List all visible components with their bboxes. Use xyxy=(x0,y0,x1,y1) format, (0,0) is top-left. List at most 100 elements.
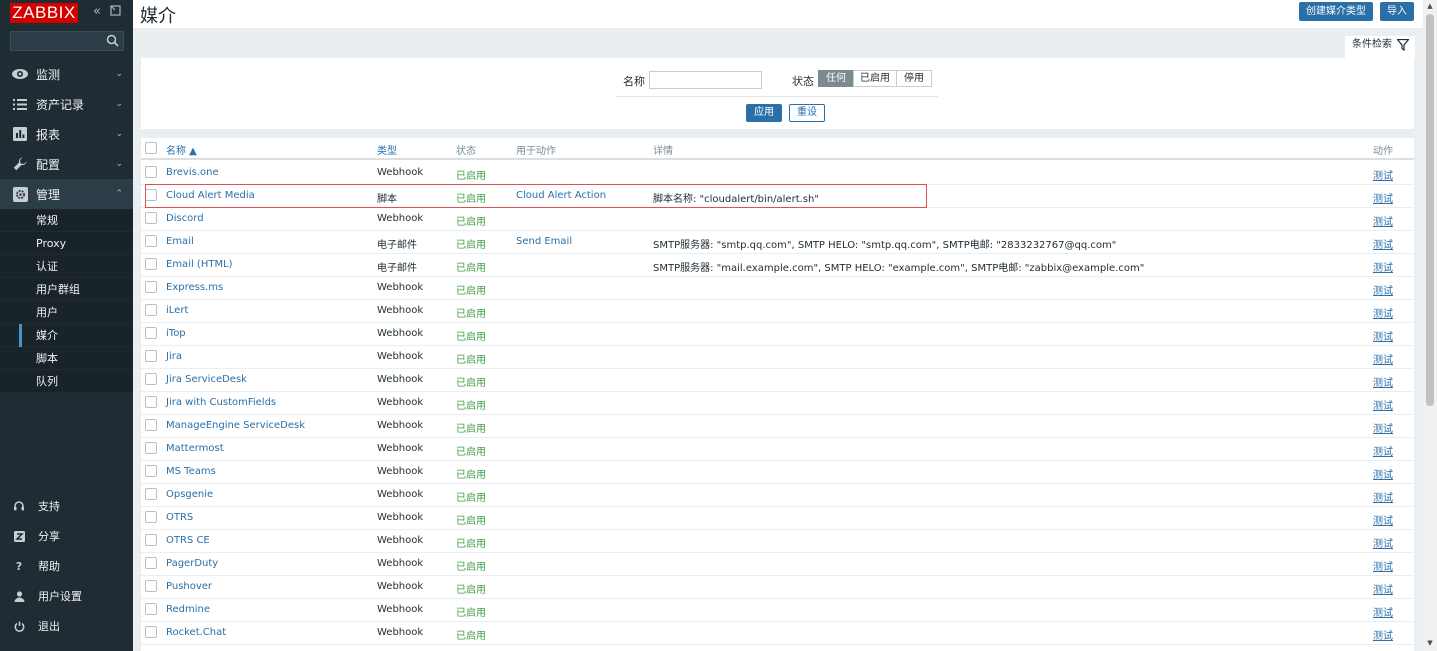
media-name-link[interactable]: Email xyxy=(166,236,194,247)
test-link[interactable]: 测试 xyxy=(1373,512,1393,527)
media-name-link[interactable]: Email (HTML) xyxy=(166,259,233,270)
row-checkbox[interactable] xyxy=(145,212,157,224)
submenu-users[interactable]: 用户 xyxy=(0,301,133,324)
row-checkbox[interactable] xyxy=(145,258,157,270)
nav-inventory[interactable]: 资产记录 ⌄ xyxy=(0,89,133,119)
row-checkbox[interactable] xyxy=(145,235,157,247)
media-name-link[interactable]: Redmine xyxy=(166,604,210,615)
test-link[interactable]: 测试 xyxy=(1373,167,1393,182)
media-name-link[interactable]: ManageEngine ServiceDesk xyxy=(166,420,305,431)
submenu-user-groups[interactable]: 用户群组 xyxy=(0,278,133,301)
row-checkbox[interactable] xyxy=(145,281,157,293)
used-in-action-link[interactable]: Cloud Alert Action xyxy=(516,190,606,201)
row-checkbox[interactable] xyxy=(145,373,157,385)
sidebar-search-input[interactable] xyxy=(10,31,124,51)
submenu-proxy[interactable]: Proxy xyxy=(0,232,133,255)
row-checkbox[interactable] xyxy=(145,603,157,615)
test-link[interactable]: 测试 xyxy=(1373,604,1393,619)
zabbix-logo[interactable]: ZABBIX xyxy=(10,3,78,23)
expand-window-icon[interactable] xyxy=(108,5,122,19)
scroll-down-icon[interactable]: ▼ xyxy=(1426,639,1434,647)
test-link[interactable]: 测试 xyxy=(1373,305,1393,320)
submenu-general[interactable]: 常规 xyxy=(0,209,133,232)
test-link[interactable]: 测试 xyxy=(1373,236,1393,251)
submenu-scripts[interactable]: 脚本 xyxy=(0,347,133,370)
status-toggle-link[interactable]: 已启用 xyxy=(456,167,486,182)
row-checkbox[interactable] xyxy=(145,511,157,523)
row-checkbox[interactable] xyxy=(145,465,157,477)
test-link[interactable]: 测试 xyxy=(1373,466,1393,481)
collapse-sidebar-icon[interactable]: « xyxy=(90,5,104,19)
status-toggle-link[interactable]: 已启用 xyxy=(456,535,486,550)
status-toggle-link[interactable]: 已启用 xyxy=(456,351,486,366)
apply-button[interactable]: 应用 xyxy=(746,104,782,122)
status-toggle-link[interactable]: 已启用 xyxy=(456,397,486,412)
media-name-link[interactable]: iLert xyxy=(166,305,188,316)
scroll-thumb[interactable] xyxy=(1426,14,1434,406)
media-name-link[interactable]: OTRS xyxy=(166,512,193,523)
status-toggle-link[interactable]: 已启用 xyxy=(456,236,486,251)
row-checkbox[interactable] xyxy=(145,580,157,592)
test-link[interactable]: 测试 xyxy=(1373,190,1393,205)
submenu-authentication[interactable]: 认证 xyxy=(0,255,133,278)
nav-configuration[interactable]: 配置 ⌄ xyxy=(0,149,133,179)
status-toggle-link[interactable]: 已启用 xyxy=(456,581,486,596)
nav-reports[interactable]: 报表 ⌄ xyxy=(0,119,133,149)
status-toggle-link[interactable]: 已启用 xyxy=(456,604,486,619)
row-checkbox[interactable] xyxy=(145,304,157,316)
status-toggle-link[interactable]: 已启用 xyxy=(456,627,486,642)
test-link[interactable]: 测试 xyxy=(1373,558,1393,573)
status-toggle-link[interactable]: 已启用 xyxy=(456,259,486,274)
nav-help[interactable]: ? 帮助 xyxy=(0,551,133,581)
reset-button[interactable]: 重设 xyxy=(789,104,825,122)
media-name-link[interactable]: MS Teams xyxy=(166,466,216,477)
nav-monitoring[interactable]: 监测 ⌄ xyxy=(0,59,133,89)
search-icon[interactable] xyxy=(106,34,119,47)
media-name-link[interactable]: iTop xyxy=(166,328,186,339)
row-checkbox[interactable] xyxy=(145,442,157,454)
used-in-action-link[interactable]: Send Email xyxy=(516,236,572,247)
status-toggle-link[interactable]: 已启用 xyxy=(456,466,486,481)
nav-support[interactable]: 支持 xyxy=(0,491,133,521)
filter-tab[interactable]: 条件检索 xyxy=(1345,36,1415,58)
media-name-link[interactable]: Express.ms xyxy=(166,282,223,293)
test-link[interactable]: 测试 xyxy=(1373,420,1393,435)
status-toggle-link[interactable]: 已启用 xyxy=(456,282,486,297)
scroll-up-icon[interactable]: ▲ xyxy=(1426,2,1434,10)
media-name-link[interactable]: Jira xyxy=(166,351,182,362)
media-name-link[interactable]: Pushover xyxy=(166,581,212,592)
status-toggle-link[interactable]: 已启用 xyxy=(456,190,486,205)
status-toggle-link[interactable]: 已启用 xyxy=(456,328,486,343)
status-toggle-link[interactable]: 已启用 xyxy=(456,558,486,573)
create-media-type-button[interactable]: 创建媒介类型 xyxy=(1299,2,1373,21)
row-checkbox[interactable] xyxy=(145,419,157,431)
nav-sign-out[interactable]: 退出 xyxy=(0,611,133,641)
page-scrollbar[interactable]: ▲ ▼ xyxy=(1423,0,1437,651)
submenu-queue[interactable]: 队列 xyxy=(0,370,133,393)
row-checkbox[interactable] xyxy=(145,534,157,546)
nav-user-settings[interactable]: 用户设置 xyxy=(0,581,133,611)
media-name-link[interactable]: Opsgenie xyxy=(166,489,213,500)
row-checkbox[interactable] xyxy=(145,626,157,638)
row-checkbox[interactable] xyxy=(145,327,157,339)
status-toggle-link[interactable]: 已启用 xyxy=(456,374,486,389)
row-checkbox[interactable] xyxy=(145,350,157,362)
status-disabled-option[interactable]: 停用 xyxy=(896,70,932,87)
select-all-checkbox[interactable] xyxy=(145,142,157,154)
test-link[interactable]: 测试 xyxy=(1373,282,1393,297)
test-link[interactable]: 测试 xyxy=(1373,328,1393,343)
column-name[interactable]: 名称 ▲ xyxy=(166,142,197,157)
status-toggle-link[interactable]: 已启用 xyxy=(456,512,486,527)
status-enabled-option[interactable]: 已启用 xyxy=(853,70,897,87)
test-link[interactable]: 测试 xyxy=(1373,259,1393,274)
media-name-link[interactable]: Mattermost xyxy=(166,443,224,454)
media-name-link[interactable]: Jira with CustomFields xyxy=(166,397,276,408)
row-checkbox[interactable] xyxy=(145,396,157,408)
column-type[interactable]: 类型 xyxy=(377,142,397,157)
row-checkbox[interactable] xyxy=(145,189,157,201)
test-link[interactable]: 测试 xyxy=(1373,489,1393,504)
status-toggle-link[interactable]: 已启用 xyxy=(456,305,486,320)
status-toggle-link[interactable]: 已启用 xyxy=(456,489,486,504)
test-link[interactable]: 测试 xyxy=(1373,213,1393,228)
media-name-link[interactable]: Rocket.Chat xyxy=(166,627,226,638)
